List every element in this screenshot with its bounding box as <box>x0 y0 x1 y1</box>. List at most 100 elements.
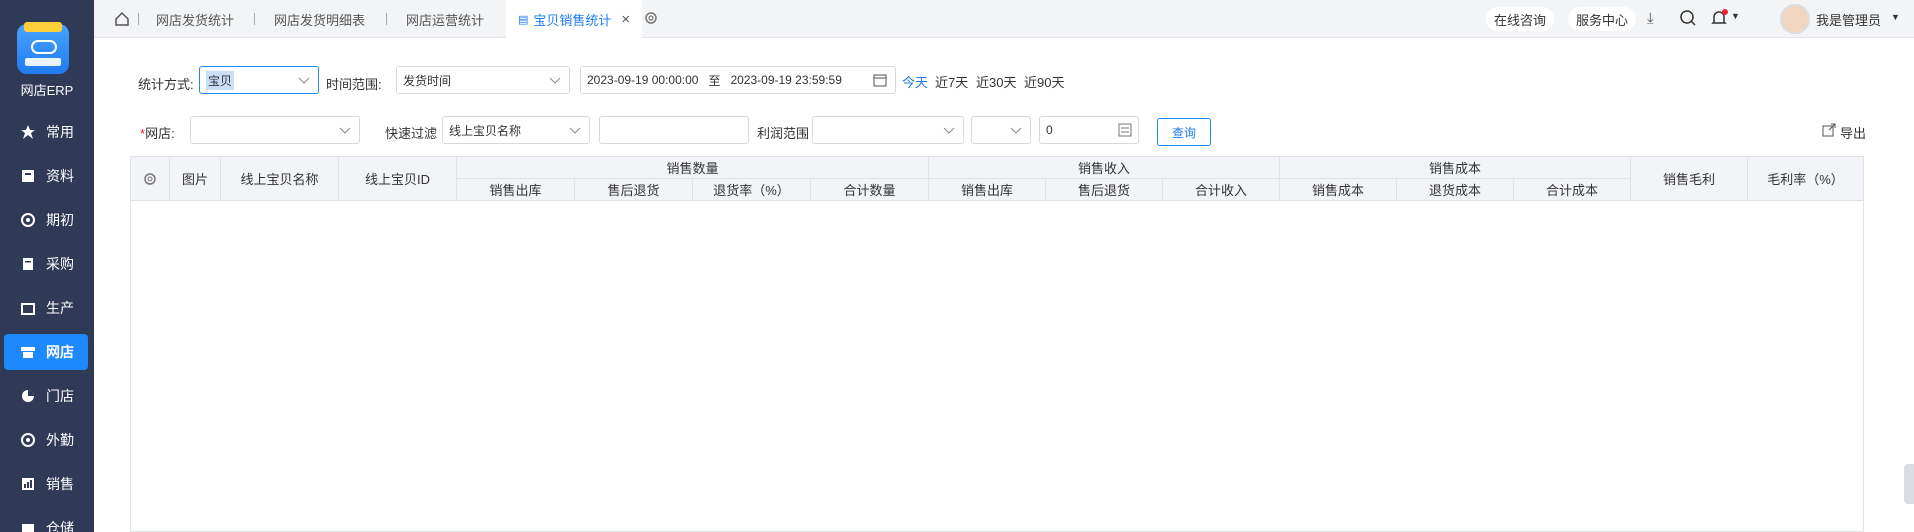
sidebar-item-label: 外勤 <box>46 432 74 448</box>
group-sales-qty: 销售数量 <box>457 157 929 179</box>
sidebar-item-data[interactable]: 资料 <box>0 158 94 194</box>
app-logo <box>17 22 69 74</box>
export-button[interactable]: 导出 <box>1840 123 1866 142</box>
sidebar-item-warehouse[interactable]: 仓储 <box>0 510 94 532</box>
profit-operator-select[interactable] <box>971 116 1031 144</box>
chevron-down-icon <box>1010 125 1022 139</box>
sidebar-item-opening[interactable]: 期初 <box>0 202 94 238</box>
sidebar: 网店ERP 常用 资料 期初 采购 生产 网店 门店 外勤 销售 仓储 <box>0 0 94 532</box>
chevron-down-icon[interactable]: ▼ <box>1891 12 1900 22</box>
query-button[interactable]: 查询 <box>1157 118 1211 146</box>
tab-item-sales-stats[interactable]: ▤ 宝贝销售统计 × <box>506 0 643 38</box>
quick-filter-label: 快速过滤 <box>385 126 438 141</box>
quick-7days[interactable]: 近7天 <box>935 72 968 91</box>
stat-mode-value: 宝贝 <box>206 70 235 90</box>
time-range-label: 时间范围: <box>326 77 382 92</box>
col-item-name: 线上宝贝名称 <box>221 157 339 201</box>
sidebar-item-label: 常用 <box>46 124 74 140</box>
chevron-down-icon <box>943 125 955 139</box>
sidebar-item-field[interactable]: 外勤 <box>0 422 94 458</box>
pie-icon <box>20 388 36 404</box>
sidebar-item-shop[interactable]: 门店 <box>0 378 94 414</box>
tab-store-shipping-detail[interactable]: 网店发货明细表 <box>274 0 365 38</box>
col-qty-outbound: 销售出库 <box>457 179 575 201</box>
avatar[interactable] <box>1780 4 1810 34</box>
sidebar-item-label: 仓储 <box>46 520 74 532</box>
sidebar-item-common[interactable]: 常用 <box>0 114 94 150</box>
sidebar-item-label: 采购 <box>46 256 74 272</box>
calculator-icon[interactable] <box>1118 123 1132 140</box>
sidebar-item-production[interactable]: 生产 <box>0 290 94 326</box>
compass-icon <box>20 432 36 448</box>
time-range-select[interactable]: 发货时间 <box>396 66 570 94</box>
col-cost-total: 合计成本 <box>1514 179 1631 201</box>
home-icon[interactable] <box>114 11 130 30</box>
sidebar-item-label: 资料 <box>46 168 74 184</box>
chevron-down-icon[interactable]: ▼ <box>1731 11 1740 21</box>
quick-90days[interactable]: 近90天 <box>1024 72 1064 91</box>
quick-filter-select[interactable]: 线上宝贝名称 <box>442 116 590 144</box>
calendar-icon[interactable] <box>873 73 887 90</box>
date-range-picker[interactable]: 2023-09-19 00:00:00 至 2023-09-19 23:59:5… <box>580 66 896 94</box>
group-sales-cost: 销售成本 <box>1280 157 1631 179</box>
stat-mode-label: 统计方式: <box>138 77 194 92</box>
col-income-return: 售后退货 <box>1046 179 1163 201</box>
tab-store-shipping-stats[interactable]: 网店发货统计 <box>156 0 234 38</box>
col-item-id: 线上宝贝ID <box>339 157 457 201</box>
column-settings-icon[interactable] <box>131 157 170 201</box>
export-icon[interactable] <box>1822 123 1836 140</box>
quick-today[interactable]: 今天 <box>902 72 928 91</box>
purchase-icon <box>20 256 36 272</box>
sidebar-item-sales[interactable]: 销售 <box>0 466 94 502</box>
profit-value: 0 <box>1046 123 1053 137</box>
chevron-down-icon <box>298 75 310 89</box>
col-image: 图片 <box>170 157 221 201</box>
tab-bar: 网店发货统计 网店发货明细表 网店运营统计 ▤ 宝贝销售统计 × 在线咨询 服务… <box>94 0 1914 38</box>
sidebar-item-label: 生产 <box>46 300 74 316</box>
download-icon[interactable]: ⤓ <box>1647 10 1654 27</box>
bell-icon[interactable] <box>1710 9 1728 30</box>
production-icon <box>20 300 36 316</box>
box-icon <box>20 520 36 532</box>
time-range-value: 发货时间 <box>403 73 452 88</box>
service-center-button[interactable]: 服务中心 <box>1568 7 1637 31</box>
profit-value-input[interactable]: 0 <box>1039 116 1139 144</box>
close-icon[interactable]: × <box>621 11 630 28</box>
chevron-down-icon <box>549 75 561 89</box>
search-icon[interactable] <box>1679 9 1697 30</box>
clock-icon <box>20 212 36 228</box>
store-label: *网店: <box>140 126 175 141</box>
user-name[interactable]: 我是管理员 <box>1816 10 1881 29</box>
gear-icon[interactable] <box>643 10 659 29</box>
quick-30days[interactable]: 近30天 <box>976 72 1016 91</box>
sidebar-item-label: 门店 <box>46 388 74 404</box>
sidebar-item-store[interactable]: 网店 <box>4 334 88 370</box>
col-income-outbound: 销售出库 <box>929 179 1046 201</box>
data-table: 图片 线上宝贝名称 线上宝贝ID 销售数量 销售出库 售后退货 退货率（%） 合… <box>130 156 1864 532</box>
sidebar-item-purchase[interactable]: 采购 <box>0 246 94 282</box>
sidebar-item-label: 网店 <box>46 344 74 360</box>
sidebar-nav: 常用 资料 期初 采购 生产 网店 门店 外勤 销售 仓储 <box>0 114 94 532</box>
tab-label: 宝贝销售统计 <box>533 12 612 28</box>
collapse-handle[interactable] <box>1904 464 1914 504</box>
col-return-rate: 退货率（%） <box>693 179 811 201</box>
col-income-total: 合计收入 <box>1163 179 1280 201</box>
store-icon <box>20 344 36 360</box>
quick-filter-input[interactable] <box>599 116 749 144</box>
quick-filter-value: 线上宝贝名称 <box>449 123 522 138</box>
profit-range-label: 利润范围 <box>757 126 810 141</box>
profit-field-select[interactable] <box>812 116 964 144</box>
col-gross-margin: 毛利率（%） <box>1748 157 1863 201</box>
chevron-down-icon <box>339 125 351 139</box>
stat-mode-select[interactable]: 宝贝 <box>199 66 319 94</box>
online-consult-button[interactable]: 在线咨询 <box>1486 7 1555 31</box>
sidebar-item-label: 销售 <box>46 476 74 492</box>
table-icon: ▤ <box>518 13 529 26</box>
col-gross-profit: 销售毛利 <box>1631 157 1748 201</box>
col-cost-return: 退货成本 <box>1397 179 1514 201</box>
doc-icon <box>20 168 36 184</box>
store-select[interactable] <box>190 116 360 144</box>
col-cost-sales: 销售成本 <box>1280 179 1397 201</box>
tab-store-operation-stats[interactable]: 网店运营统计 <box>406 0 484 38</box>
star-icon <box>20 124 36 140</box>
